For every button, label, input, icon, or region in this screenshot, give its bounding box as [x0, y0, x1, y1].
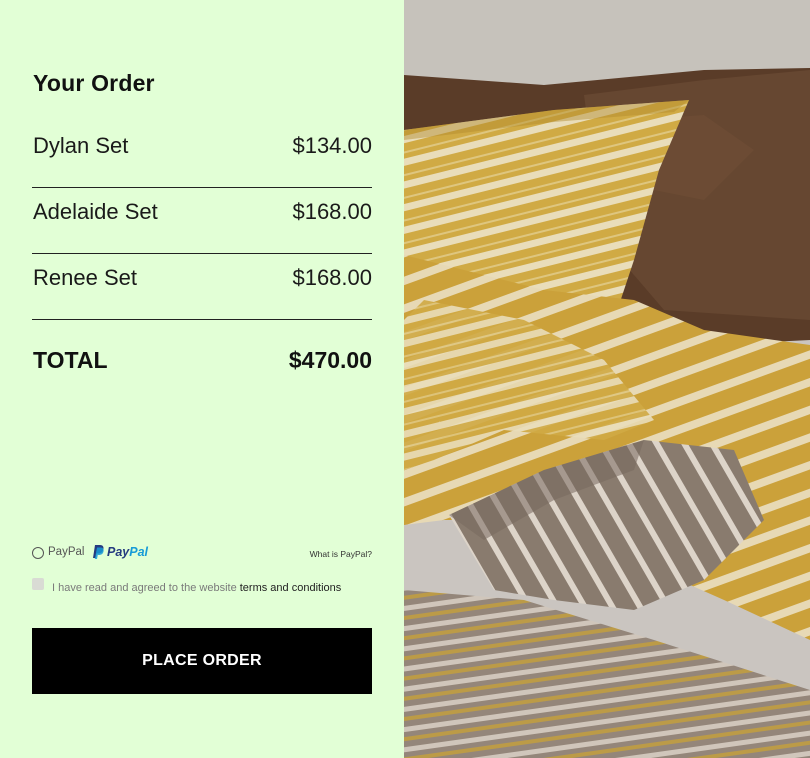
paypal-option-label: PayPal — [48, 546, 85, 558]
order-item-row: Dylan Set $134.00 — [32, 121, 372, 188]
terms-text: I have read and agreed to the website — [52, 582, 240, 594]
order-item-row: Renee Set $168.00 — [32, 253, 372, 320]
bedding-photo — [404, 0, 810, 758]
place-order-button[interactable]: PLACE ORDER — [32, 628, 372, 694]
paypal-radio[interactable] — [32, 547, 44, 559]
total-label: TOTAL — [33, 347, 108, 373]
terms-row: I have read and agreed to the website te… — [32, 577, 377, 597]
paypal-logo-pay: Pay — [107, 545, 130, 559]
item-name: Dylan Set — [33, 133, 129, 158]
paypal-logo-pal: Pal — [129, 545, 149, 559]
item-name: Renee Set — [33, 265, 137, 290]
what-is-paypal-link[interactable]: What is PayPal? — [310, 549, 372, 559]
order-panel: Your Order Dylan Set $134.00 Adelaide Se… — [0, 0, 404, 758]
terms-link[interactable]: terms and conditions — [240, 582, 342, 594]
item-price: $168.00 — [292, 199, 372, 224]
order-title: Your Order — [33, 70, 155, 96]
item-name: Adelaide Set — [33, 199, 158, 224]
paypal-option-row: PayPal PayPal What is PayPal? — [32, 545, 372, 563]
paypal-logo-icon: PayPal — [92, 544, 148, 560]
order-item-row: Adelaide Set $168.00 — [32, 187, 372, 254]
terms-checkbox[interactable] — [32, 578, 44, 590]
total-value: $470.00 — [288, 347, 372, 373]
item-price: $168.00 — [292, 265, 372, 290]
item-price: $134.00 — [292, 133, 372, 158]
